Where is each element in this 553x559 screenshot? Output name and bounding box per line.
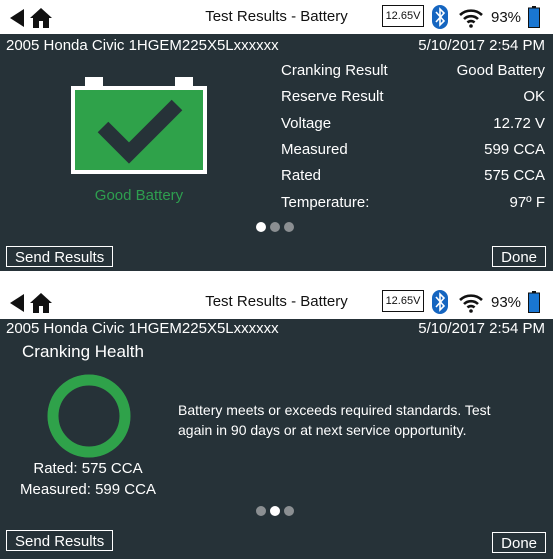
results-screen-page-2: Test Results - Battery 12.65V 93% 2005 H… — [0, 285, 553, 559]
vehicle-info: 2005 Honda Civic 1HGEM225X5Lxxxxxx — [6, 37, 279, 54]
page-dot[interactable] — [256, 506, 266, 516]
bluetooth-icon — [432, 290, 448, 314]
bluetooth-icon — [432, 5, 448, 29]
status-bar: Test Results - Battery 12.65V 93% — [0, 285, 553, 319]
health-message-line-1: Battery meets or exceeds required standa… — [178, 402, 491, 418]
result-value: OK — [523, 88, 545, 105]
battery-icon — [528, 6, 540, 28]
rated-value: Rated: 575 CCA — [33, 460, 143, 477]
done-button[interactable]: Done — [492, 246, 546, 267]
page-dot[interactable] — [256, 222, 266, 232]
date-time: 5/10/2017 2:54 PM — [418, 37, 545, 54]
result-label: Measured — [281, 141, 348, 158]
cranking-health-gauge — [47, 374, 131, 458]
result-label: Cranking Result — [281, 62, 388, 79]
result-value: 599 CCA — [484, 141, 545, 158]
wifi-icon — [459, 294, 483, 313]
voltage-indicator: 12.65V — [382, 290, 424, 312]
page-dot[interactable] — [270, 506, 280, 516]
page-dot[interactable] — [284, 506, 294, 516]
done-button[interactable]: Done — [492, 532, 546, 553]
result-label: Temperature: — [281, 194, 370, 211]
page-indicator — [256, 506, 294, 516]
vehicle-info: 2005 Honda Civic 1HGEM225X5Lxxxxxx — [6, 320, 279, 337]
page-dot[interactable] — [284, 222, 294, 232]
health-message-line-2: again in 90 days or at next service oppo… — [178, 422, 467, 438]
page-dot[interactable] — [270, 222, 280, 232]
result-value: 97º F — [509, 194, 546, 211]
send-results-button[interactable]: Send Results — [6, 246, 114, 267]
status-bar: Test Results - Battery 12.65V 93% — [0, 0, 553, 34]
battery-status-graphic — [71, 77, 207, 174]
result-label: Voltage — [281, 115, 332, 132]
result-value: 12.72 V — [493, 115, 545, 132]
result-value: 575 CCA — [484, 167, 545, 184]
result-label: Reserve Result — [281, 88, 384, 105]
cranking-health-heading: Cranking Health — [22, 342, 144, 361]
send-results-button[interactable]: Send Results — [6, 530, 114, 551]
result-value: Good Battery — [456, 62, 545, 79]
result-label: Rated — [281, 167, 322, 184]
battery-icon — [528, 291, 540, 313]
battery-status-label: Good Battery — [94, 187, 184, 204]
results-screen-page-1: Test Results - Battery 12.65V 93% 2005 H… — [0, 0, 553, 271]
wifi-icon — [459, 9, 483, 28]
page-indicator — [256, 222, 294, 232]
battery-percent: 93% — [491, 9, 522, 26]
voltage-indicator: 12.65V — [382, 5, 424, 27]
date-time: 5/10/2017 2:54 PM — [418, 320, 545, 337]
measured-value: Measured: 599 CCA — [20, 481, 156, 498]
battery-percent: 93% — [491, 294, 522, 311]
